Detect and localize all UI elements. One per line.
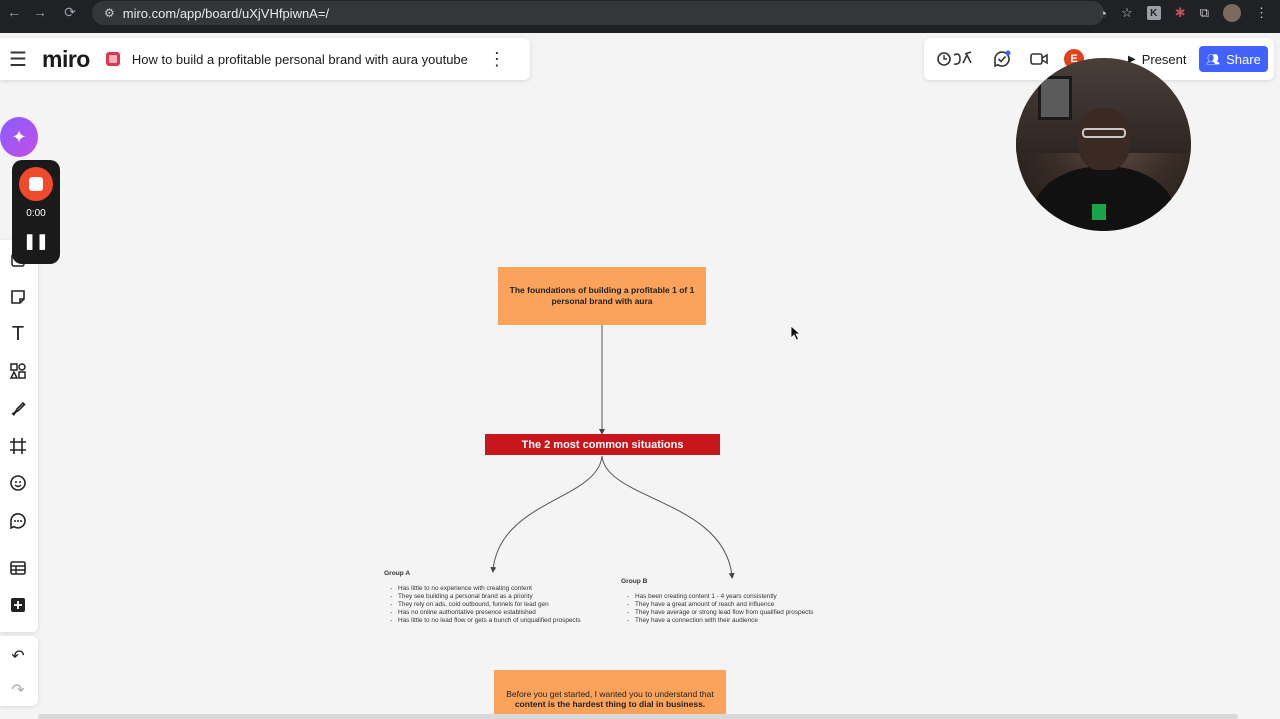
group-a-title: Group A — [384, 570, 411, 577]
list-item: Has no online authoritative presence est… — [384, 609, 581, 617]
mouse-cursor-icon — [790, 325, 802, 341]
situations-card[interactable]: The 2 most common situations — [485, 434, 720, 455]
group-a-list: Has little to no experience with creatin… — [384, 585, 581, 626]
horizontal-scrollbar[interactable] — [38, 714, 1238, 719]
list-item: Has little to no lead flow or gets a bun… — [384, 617, 581, 625]
list-item: Has been creating content 1 - 4 years co… — [621, 593, 813, 601]
connector-to-group-b — [601, 455, 735, 579]
content-note-line2: content is the hardest thing to dial in … — [494, 699, 726, 709]
content-note-line1: Before you get started, I wanted you to … — [506, 689, 714, 699]
group-b-title: Group B — [621, 578, 648, 585]
connector-to-group-a — [490, 455, 603, 573]
list-item: Has little to no experience with creatin… — [384, 585, 581, 593]
list-item: They have a great amount of reach and in… — [621, 601, 813, 609]
content-note-line2-bold: content is the hardest thing to dial in … — [514, 699, 706, 709]
list-item: They see building a personal brand as a … — [384, 593, 581, 601]
list-item: They have a connection with their audien… — [621, 617, 813, 625]
group-b-list: Has been creating content 1 - 4 years co… — [621, 593, 813, 625]
list-item: They rely on ads, cold outbound, funnels… — [384, 601, 581, 609]
group-b-text[interactable]: Group B Has been creating content 1 - 4 … — [621, 578, 813, 625]
content-note-card[interactable]: Before you get started, I wanted you to … — [494, 670, 726, 714]
list-item: They have average or strong lead flow fr… — [621, 609, 813, 617]
group-a-text[interactable]: Group A Has little to no experience with… — [384, 570, 581, 626]
